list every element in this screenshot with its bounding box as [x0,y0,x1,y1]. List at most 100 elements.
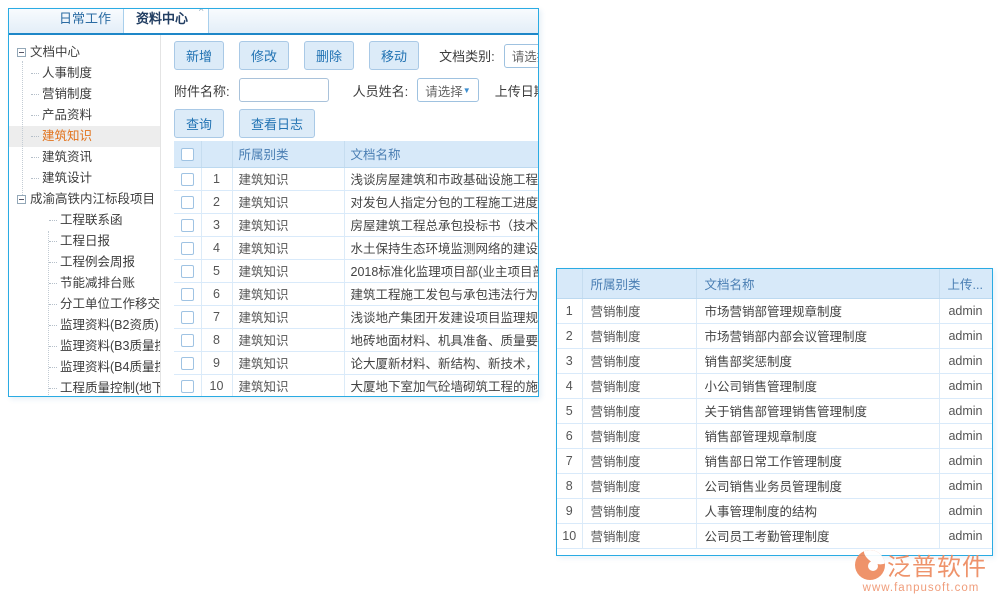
table-row[interactable]: 4建筑知识水土保持生态环境监测网络的建设与资... [174,236,538,259]
tree-item[interactable]: 产品资料 [9,105,160,126]
tree-item[interactable]: 建筑资讯 [9,147,160,168]
row-category: 建筑知识 [232,190,344,213]
row-checkbox[interactable] [181,196,194,209]
table-header-row: 所属别类 文档名称 上传... [557,269,992,298]
tree-item[interactable]: 营销制度 [9,84,160,105]
tree-item[interactable]: 分工单位工作移交 [9,294,160,315]
row-doc-name: 论大厦新材料、新结构、新技术，新工... [344,351,538,374]
select-value: 请选择 [512,46,538,65]
row-checkbox[interactable] [181,219,194,232]
row-category: 营销制度 [582,523,696,548]
row-index: 3 [201,213,232,236]
row-index: 5 [557,398,582,423]
table-row[interactable]: 5营销制度关于销售部管理销售管理制度admin [557,398,992,423]
move-button[interactable]: 移动 [369,41,419,70]
select-all-checkbox[interactable] [181,148,194,161]
table-row[interactable]: 2建筑知识对发包人指定分包的工程施工进度安排... [174,190,538,213]
close-icon[interactable]: × [198,8,204,15]
tree-item[interactable]: 工程例会周报 [9,252,160,273]
tree-item[interactable]: 工程联系函 [9,210,160,231]
add-button[interactable]: 新增 [174,41,224,70]
col-doc-name: 文档名称 [344,141,538,167]
table-row[interactable]: 1建筑知识浅谈房屋建筑和市政基础设施工程施工... [174,167,538,190]
tree-label: 节能减排台账 [60,273,135,294]
row-index: 8 [201,328,232,351]
delete-button[interactable]: 删除 [304,41,354,70]
tree-item[interactable]: 监理资料(B2资质) [9,315,160,336]
query-button[interactable]: 查询 [174,109,224,138]
row-doc-name: 浅谈房屋建筑和市政基础设施工程施工... [344,167,538,190]
table-row[interactable]: 9营销制度人事管理制度的结构admin [557,498,992,523]
col-index [201,141,232,167]
tree-item-document-center[interactable]: 文档中心 [9,42,160,63]
document-list-area: 新增 修改 删除 移动 文档类别: 请选择 ▼ 文档名称: 附件名称: 人员姓名… [161,35,538,396]
tree-label: 成渝高铁内江标段项目 [30,189,155,210]
row-checkbox[interactable] [181,173,194,186]
col-index [557,269,582,298]
tree-item-project[interactable]: 成渝高铁内江标段项目 [9,189,160,210]
row-checkbox[interactable] [181,357,194,370]
row-index: 1 [557,298,582,323]
row-category: 营销制度 [582,423,696,448]
row-index: 9 [201,351,232,374]
row-checkbox[interactable] [181,242,194,255]
tree-item[interactable]: 人事制度 [9,63,160,84]
tree-item[interactable]: 监理资料(B4质量控制) [9,357,160,378]
row-checkbox[interactable] [181,311,194,324]
tab-data-center[interactable]: 资料中心 × [123,8,209,33]
collapse-icon[interactable] [17,48,26,57]
table-row[interactable]: 7建筑知识浅谈地产集团开发建设项目监理规划编... [174,305,538,328]
row-doc-name: 人事管理制度的结构 [696,498,939,523]
table-row[interactable]: 10建筑知识大厦地下室加气砼墙砌筑工程的施工方... [174,374,538,396]
row-category: 建筑知识 [232,213,344,236]
tree-label: 营销制度 [42,84,92,105]
table-row[interactable]: 1营销制度市场营销部管理规章制度admin [557,298,992,323]
table-row[interactable]: 10营销制度公司员工考勤管理制度admin [557,523,992,548]
table-row[interactable]: 2营销制度市场营销部内部会议管理制度admin [557,323,992,348]
row-checkbox[interactable] [181,380,194,393]
table-row[interactable]: 5建筑知识2018标准化监理项目部(业主项目部)人员... [174,259,538,282]
doc-category-select[interactable]: 请选择 ▼ [504,44,538,68]
tree-item-selected[interactable]: 建筑知识 [9,126,160,147]
col-category: 所属别类 [232,141,344,167]
collapse-icon[interactable] [17,195,26,204]
attachment-name-input[interactable] [239,78,329,102]
row-category: 建筑知识 [232,167,344,190]
table-row[interactable]: 6营销制度销售部管理规章制度admin [557,423,992,448]
document-center-window: 日常工作 资料中心 × 文档中心 人事制度 营销制度 产品资料 建筑知识 建筑资… [8,8,539,397]
person-name-select[interactable]: 请选择 ▼ [417,78,478,102]
table-row[interactable]: 4营销制度小公司销售管理制度admin [557,373,992,398]
tab-label: 日常工作 [59,11,111,26]
brand-url: www.fanpusoft.com [845,582,997,594]
row-category: 营销制度 [582,348,696,373]
tree-item[interactable]: 建筑设计 [9,168,160,189]
tree-item[interactable]: 工程日报 [9,231,160,252]
table-row[interactable]: 7营销制度销售部日常工作管理制度admin [557,448,992,473]
col-category: 所属别类 [582,269,696,298]
row-index: 2 [201,190,232,213]
row-index: 6 [201,282,232,305]
tree-item[interactable]: 节能减排台账 [9,273,160,294]
table-row[interactable]: 8建筑知识地砖地面材料、机具准备、质量要求及... [174,328,538,351]
row-checkbox[interactable] [181,288,194,301]
row-category: 建筑知识 [232,351,344,374]
table-row[interactable]: 3建筑知识房屋建筑工程总承包投标书（技术标）... [174,213,538,236]
table-row[interactable]: 8营销制度公司销售业务员管理制度admin [557,473,992,498]
row-doc-name: 房屋建筑工程总承包投标书（技术标）... [344,213,538,236]
view-log-button[interactable]: 查看日志 [239,109,315,138]
tree-label: 建筑知识 [42,126,92,147]
row-checkbox[interactable] [181,265,194,278]
chevron-down-icon: ▼ [463,86,471,95]
tree-item[interactable]: 工程质量控制(地下室) [9,378,160,396]
edit-button[interactable]: 修改 [239,41,289,70]
row-index: 1 [201,167,232,190]
row-doc-name: 市场营销部内部会议管理制度 [696,323,939,348]
tree-connector-line [48,231,49,396]
table-row[interactable]: 3营销制度销售部奖惩制度admin [557,348,992,373]
table-row[interactable]: 9建筑知识论大厦新材料、新结构、新技术，新工... [174,351,538,374]
tab-daily-work[interactable]: 日常工作 [47,8,123,33]
tree-item[interactable]: 监理资料(B3质量控制) [9,336,160,357]
row-checkbox[interactable] [181,334,194,347]
fanpu-logo-icon [855,550,885,580]
table-row[interactable]: 6建筑知识建筑工程施工发包与承包违法行为认定... [174,282,538,305]
